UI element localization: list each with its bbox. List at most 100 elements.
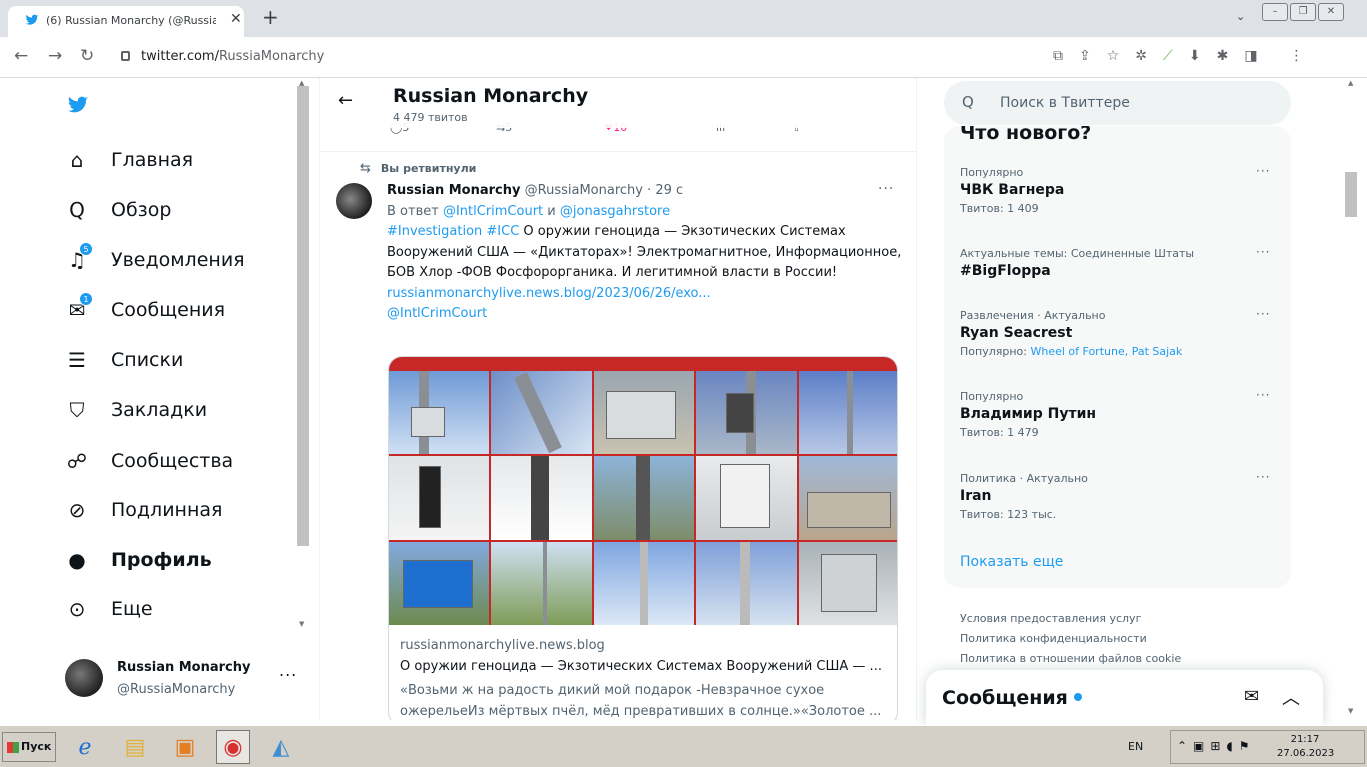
search-input[interactable]: Q Поиск в Твиттере (944, 81, 1291, 125)
left-navigation: ⌂ Главная Q Обзор ♫ 5 Уведомления ✉ 1 Сообщени… (0, 78, 310, 720)
share-icon[interactable]: ⇪ (1079, 48, 1091, 64)
puzzle-icon[interactable]: ✱ (1217, 48, 1229, 64)
language-indicator[interactable]: EN (1128, 740, 1143, 753)
cast-icon[interactable]: ⧉ (1053, 48, 1063, 64)
sidebar-item-lists[interactable]: ☰ Списки (65, 345, 183, 375)
close-window-icon[interactable]: ✕ (1318, 3, 1344, 21)
back-arrow-icon[interactable]: ← (338, 90, 353, 111)
sidebar-item-profile[interactable]: ● Профиль (65, 545, 211, 575)
ie-icon[interactable]: ℯ (68, 730, 102, 764)
trend-subtitle: Популярно: (960, 345, 1027, 358)
account-name: Russian Monarchy (117, 660, 251, 675)
sidebar-item-verified[interactable]: ⊘ Подлинная (65, 495, 223, 525)
scroll-down-arrow-icon[interactable]: ▼ (1348, 707, 1353, 715)
reply-mention-jonas[interactable]: @jonasgahrstore (560, 204, 670, 219)
app-icon[interactable]: ◭ (264, 730, 298, 764)
home-icon: ⌂ (70, 148, 84, 172)
card-description: «Возьми ж на радость дикий мой подарок -… (400, 683, 882, 719)
tray-icons[interactable]: ⌃▣⊞◖⚑ (1177, 739, 1256, 753)
new-message-icon[interactable]: ✉ (1244, 686, 1259, 707)
trend-subtitle: Твитов: 1 409 (960, 202, 1039, 215)
page-scrollbar[interactable] (1345, 172, 1357, 217)
browser-app-icon[interactable]: ◉ (216, 730, 250, 764)
trend-item[interactable]: Популярно ЧВК Вагнера Твитов: 1 409 ··· (960, 164, 1280, 215)
tab-close-icon[interactable]: ✕ (230, 11, 242, 27)
url-field[interactable]: twitter.com/RussiaMonarchy (111, 43, 1211, 71)
tab-search-icon[interactable]: ⌄ (1236, 10, 1245, 23)
sidebar-item-communities[interactable]: ☍ Сообщества (65, 446, 233, 476)
trend-item[interactable]: Популярно Владимир Путин Твитов: 1 479 ··· (960, 388, 1280, 439)
trend-more-icon[interactable]: ··· (1256, 470, 1270, 484)
tweet-mention[interactable]: @IntlCrimCourt (387, 304, 907, 325)
trend-more-icon[interactable]: ··· (1256, 307, 1270, 321)
account-more-icon[interactable]: ... (279, 661, 297, 680)
tweet-link[interactable]: russianmonarchylive.news.blog/2023/06/26… (387, 284, 907, 305)
sidebar-item-label: Обзор (111, 199, 172, 221)
clock-date: 27.06.2023 (1277, 748, 1335, 759)
card-photo (593, 541, 695, 625)
start-button[interactable]: Пуск (2, 732, 56, 762)
folder-icon[interactable]: ▤ (118, 730, 152, 764)
sidebar-item-explore[interactable]: Q Обзор (65, 195, 171, 225)
messages-drawer[interactable]: Сообщения ✉ ︿ (926, 670, 1323, 725)
trend-more-icon[interactable]: ··· (1256, 245, 1270, 259)
tweet-avatar[interactable] (336, 183, 372, 219)
media-player-icon[interactable]: ▣ (168, 730, 202, 764)
trend-subtitle: Твитов: 1 479 (960, 426, 1039, 439)
sidebar-item-messages[interactable]: ✉ 1 Сообщения (65, 292, 225, 325)
trend-category: Популярно (960, 166, 1024, 179)
star-icon[interactable]: ☆ (1107, 48, 1120, 64)
twitter-logo-icon[interactable] (65, 94, 91, 116)
link-card[interactable]: russianmonarchylive.news.blog О оружии г… (388, 356, 898, 720)
search-icon: Q (69, 198, 85, 222)
card-photo (798, 541, 897, 625)
reply-and: и (547, 203, 556, 219)
trend-related-link[interactable]: Wheel of Fortune, Pat Sajak (1030, 345, 1182, 358)
forward-icon[interactable]: → (48, 46, 62, 66)
trend-item[interactable]: Развлечения · Актуально Ryan Seacrest Попу… (960, 307, 1280, 358)
card-photo (491, 541, 592, 625)
trend-category: Политика · Актуально (960, 472, 1088, 485)
maximize-icon[interactable]: ❐ (1290, 3, 1316, 21)
left-scrollbar[interactable] (297, 86, 309, 546)
footer-link-cookies[interactable]: Политика в отношении файлов cookie (960, 649, 1181, 669)
clock[interactable]: 21:17 27.06.2023 (1277, 733, 1335, 761)
tweet-count: 4 479 твитов (393, 111, 468, 124)
trend-subtitle: Твитов: 123 тыс. (960, 508, 1057, 521)
minimize-icon[interactable]: – (1262, 3, 1288, 21)
menu-icon[interactable]: ⋮ (1290, 48, 1304, 64)
browser-tab[interactable]: (6) Russian Monarchy (@RussiaMon... ✕ (8, 6, 244, 37)
tweet-hashtags[interactable]: #Investigation #ICC (387, 224, 519, 239)
expand-chevron-icon[interactable]: ︿ (1282, 684, 1300, 710)
scroll-up-arrow-icon[interactable]: ▲ (1348, 79, 1353, 87)
new-tab-icon[interactable]: + (262, 5, 279, 29)
sidebar-item-bookmarks[interactable]: ⛉ Закладки (65, 395, 208, 425)
reload-icon[interactable]: ↻ (80, 46, 94, 66)
leaf-extension-icon[interactable]: ⟋ (1163, 48, 1173, 64)
show-more-link[interactable]: Показать еще (960, 554, 1063, 570)
trend-item[interactable]: Политика · Актуально Iran Твитов: 123 тыс.… (960, 470, 1280, 521)
sidebar-item-label: Списки (111, 349, 184, 371)
account-handle: @RussiaMonarchy (117, 682, 236, 697)
card-photo (593, 456, 695, 540)
footer-link-terms[interactable]: Условия предоставления услуг (960, 609, 1181, 629)
scroll-down-arrow-icon[interactable]: ▼ (299, 620, 304, 628)
back-icon[interactable]: ← (14, 46, 28, 66)
sidebar-item-more[interactable]: ⊙ Еще (65, 594, 153, 624)
sidebar-item-home[interactable]: ⌂ Главная (65, 145, 193, 175)
sidepanel-icon[interactable]: ◨ (1244, 48, 1257, 64)
bookmark-icon: ⛉ (69, 398, 85, 422)
footer-link-privacy[interactable]: Политика конфиденциальности (960, 629, 1181, 649)
reply-mention-icc[interactable]: @IntlCrimCourt (443, 204, 543, 219)
tweet-author-name[interactable]: Russian Monarchy (387, 183, 521, 198)
card-photo (593, 371, 695, 455)
trend-more-icon[interactable]: ··· (1256, 388, 1270, 402)
card-photo (798, 456, 897, 540)
extension-icon[interactable]: ✲ (1135, 48, 1147, 64)
download-icon[interactable]: ⬇ (1189, 48, 1201, 64)
trend-item[interactable]: Актуальные темы: Соединенные Штаты #BigFl… (960, 245, 1280, 279)
trend-more-icon[interactable]: ··· (1256, 164, 1270, 178)
account-switcher[interactable]: Russian Monarchy @RussiaMonarchy ... (65, 655, 305, 705)
card-title: О оружии геноцида — Экзотических Система… (400, 659, 882, 674)
sidebar-item-notifications[interactable]: ♫ 5 Уведомления (65, 242, 245, 275)
